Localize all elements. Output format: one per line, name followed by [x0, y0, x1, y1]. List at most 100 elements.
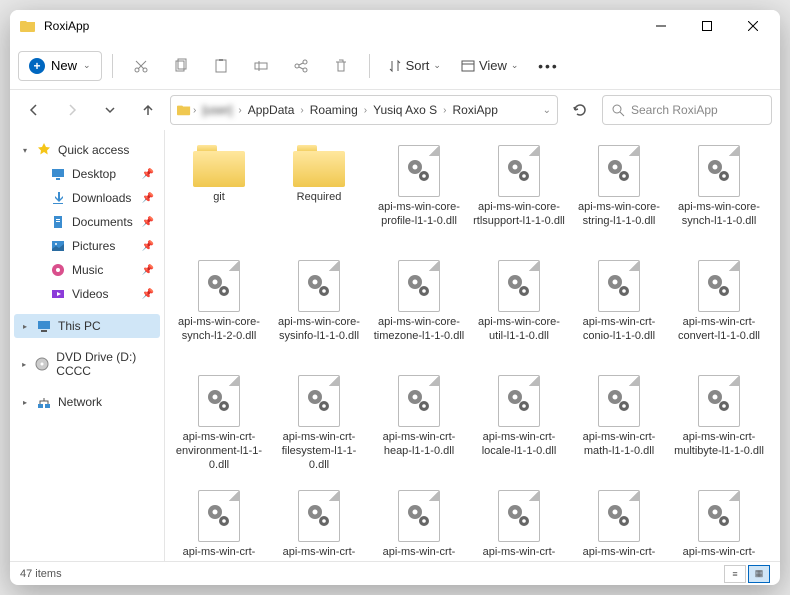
body: ▾Quick accessDesktop📌Downloads📌Documents… — [10, 130, 780, 561]
sidebar-item-pictures[interactable]: Pictures📌 — [14, 234, 160, 258]
view-button[interactable]: View ⌄ — [453, 52, 527, 79]
sidebar-item-label: Videos — [72, 287, 108, 301]
explorer-window: RoxiApp + New ⌄ Sort ⌄ View ⌄ •• — [10, 10, 780, 585]
view-label: View — [479, 58, 507, 73]
sidebar-item-music[interactable]: Music📌 — [14, 258, 160, 282]
dll-icon — [298, 490, 340, 542]
file-item[interactable]: api-ms-win-crt-heap-l1-1-0.dll — [369, 368, 469, 483]
breadcrumb-roxiapp[interactable]: RoxiApp — [449, 101, 502, 119]
search-icon — [611, 103, 625, 117]
file-item[interactable]: api-ms-win-core-synch-l1-2-0.dll — [169, 253, 269, 368]
file-item[interactable]: Required — [269, 138, 369, 253]
file-name: api-ms-win-crt-multibyte-l1-1-0.dll — [672, 431, 766, 459]
pin-icon: 📌 — [142, 193, 154, 204]
recent-button[interactable] — [94, 94, 126, 126]
breadcrumb-user[interactable]: [user] — [198, 101, 236, 119]
file-name: api-ms-win-crt-stdio-l1-1-0.dll — [472, 546, 566, 561]
search-input[interactable]: Search RoxiApp — [602, 95, 772, 125]
file-name: api-ms-win-crt-convert-l1-1-0.dll — [672, 316, 766, 344]
file-item[interactable]: api-ms-win-core-synch-l1-1-0.dll — [669, 138, 769, 253]
file-item[interactable]: git — [169, 138, 269, 253]
sidebar-item-label: Network — [58, 395, 102, 409]
file-item[interactable]: api-ms-win-crt-runtime-l1-1-0.dll — [369, 483, 469, 561]
file-item[interactable]: api-ms-win-crt-conio-l1-1-0.dll — [569, 253, 669, 368]
delete-button[interactable] — [323, 48, 359, 84]
minimize-button[interactable] — [638, 10, 684, 42]
file-item[interactable]: api-ms-win-core-profile-l1-1-0.dll — [369, 138, 469, 253]
sidebar-item-quick-access[interactable]: ▾Quick access — [14, 138, 160, 162]
window-title: RoxiApp — [44, 19, 638, 33]
more-button[interactable]: ••• — [530, 48, 566, 84]
sidebar-item-videos[interactable]: Videos📌 — [14, 282, 160, 306]
rename-button[interactable] — [243, 48, 279, 84]
file-item[interactable]: api-ms-win-core-sysinfo-l1-1-0.dll — [269, 253, 369, 368]
dll-icon — [198, 260, 240, 312]
file-item[interactable]: api-ms-win-crt-filesystem-l1-1-0.dll — [269, 368, 369, 483]
cut-button[interactable] — [123, 48, 159, 84]
sidebar-item-dvd-drive-d-cccc[interactable]: ▸DVD Drive (D:) CCCC — [14, 346, 160, 382]
copy-button[interactable] — [163, 48, 199, 84]
sidebar-item-downloads[interactable]: Downloads📌 — [14, 186, 160, 210]
dll-icon — [198, 490, 240, 542]
sort-button[interactable]: Sort ⌄ — [380, 52, 449, 79]
sidebar-item-documents[interactable]: Documents📌 — [14, 210, 160, 234]
sidebar-item-this-pc[interactable]: ▸This PC — [14, 314, 160, 338]
details-view-button[interactable]: ≡ — [724, 565, 746, 583]
titlebar[interactable]: RoxiApp — [10, 10, 780, 42]
breadcrumb-appdata[interactable]: AppData — [244, 101, 299, 119]
new-button[interactable]: + New ⌄ — [18, 51, 102, 81]
folder-icon — [177, 103, 191, 117]
file-item[interactable]: api-ms-win-crt-stdio-l1-1-0.dll — [469, 483, 569, 561]
new-label: New — [51, 58, 77, 73]
desktop-icon — [50, 166, 66, 182]
file-item[interactable]: api-ms-win-crt-multibyte-l1-1-0.dll — [669, 368, 769, 483]
chevron-down-icon[interactable]: ⌄ — [543, 105, 551, 116]
up-button[interactable] — [132, 94, 164, 126]
file-item[interactable]: api-ms-win-crt-private-l1-1-0.dll — [169, 483, 269, 561]
refresh-button[interactable] — [564, 94, 596, 126]
net-icon — [36, 394, 52, 410]
maximize-button[interactable] — [684, 10, 730, 42]
address-bar[interactable]: › [user] › AppData › Roaming › Yusiq Axo… — [170, 95, 558, 125]
file-item[interactable]: api-ms-win-core-timezone-l1-1-0.dll — [369, 253, 469, 368]
close-button[interactable] — [730, 10, 776, 42]
file-item[interactable]: api-ms-win-crt-math-l1-1-0.dll — [569, 368, 669, 483]
share-button[interactable] — [283, 48, 319, 84]
breadcrumb-sep: › — [364, 105, 367, 116]
sort-icon — [388, 59, 402, 73]
folder-icon — [293, 145, 345, 187]
view-toggles: ≡ ▦ — [724, 565, 770, 583]
file-item[interactable]: api-ms-win-crt-string-l1-1-0.dll — [569, 483, 669, 561]
dll-icon — [698, 490, 740, 542]
file-item[interactable]: api-ms-win-core-string-l1-1-0.dll — [569, 138, 669, 253]
dll-icon — [598, 260, 640, 312]
file-item[interactable]: api-ms-win-crt-time-l1-1-0.dll — [669, 483, 769, 561]
pin-icon: 📌 — [142, 169, 154, 180]
dll-icon — [698, 145, 740, 197]
file-list[interactable]: gitRequiredapi-ms-win-core-profile-l1-1-… — [165, 130, 780, 561]
doc-icon — [50, 214, 66, 230]
file-name: api-ms-win-core-synch-l1-2-0.dll — [172, 316, 266, 344]
file-item[interactable]: api-ms-win-core-util-l1-1-0.dll — [469, 253, 569, 368]
sidebar-item-label: Quick access — [58, 143, 129, 157]
paste-button[interactable] — [203, 48, 239, 84]
back-button[interactable] — [18, 94, 50, 126]
file-item[interactable]: api-ms-win-core-rtlsupport-l1-1-0.dll — [469, 138, 569, 253]
sidebar-item-desktop[interactable]: Desktop📌 — [14, 162, 160, 186]
item-count: 47 items — [20, 568, 62, 580]
breadcrumb-roaming[interactable]: Roaming — [306, 101, 362, 119]
file-item[interactable]: api-ms-win-crt-convert-l1-1-0.dll — [669, 253, 769, 368]
chevron-down-icon: ⌄ — [83, 60, 91, 71]
forward-button[interactable] — [56, 94, 88, 126]
file-item[interactable]: api-ms-win-crt-locale-l1-1-0.dll — [469, 368, 569, 483]
file-name: api-ms-win-crt-process-l1-1-0.dll — [272, 546, 366, 561]
file-item[interactable]: api-ms-win-crt-process-l1-1-0.dll — [269, 483, 369, 561]
dvd-icon — [34, 356, 50, 372]
separator — [112, 54, 113, 78]
icons-view-button[interactable]: ▦ — [748, 565, 770, 583]
status-bar: 47 items ≡ ▦ — [10, 561, 780, 585]
file-name: api-ms-win-core-string-l1-1-0.dll — [572, 201, 666, 229]
sidebar-item-network[interactable]: ▸Network — [14, 390, 160, 414]
file-item[interactable]: api-ms-win-crt-environment-l1-1-0.dll — [169, 368, 269, 483]
breadcrumb-yusiq[interactable]: Yusiq Axo S — [369, 101, 441, 119]
